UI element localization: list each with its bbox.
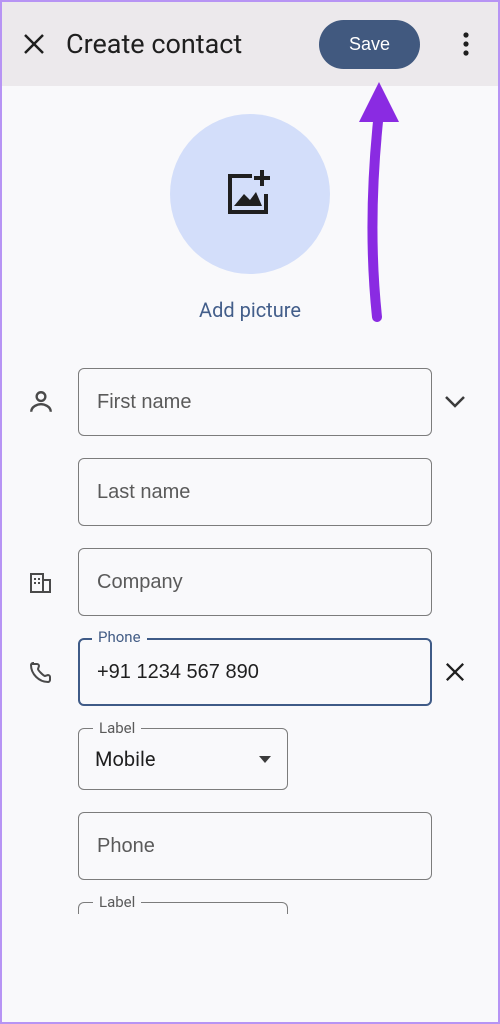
first-name-field[interactable] xyxy=(78,368,432,436)
more-icon[interactable] xyxy=(452,30,480,58)
add-picture-label[interactable]: Add picture xyxy=(199,298,301,322)
phone-label: Phone xyxy=(92,628,147,646)
phone2-field[interactable] xyxy=(78,812,432,880)
phone-field[interactable] xyxy=(78,638,432,706)
phone2-type-label: Label xyxy=(93,893,141,911)
last-name-field[interactable] xyxy=(78,458,432,526)
company-icon xyxy=(22,570,78,594)
phone-row: Phone xyxy=(22,638,478,706)
company-row xyxy=(22,548,478,616)
topbar: Create contact Save xyxy=(2,2,498,86)
phone2-type-select-partial[interactable]: Label xyxy=(78,902,288,914)
close-icon[interactable] xyxy=(20,30,48,58)
content: Add picture Pho xyxy=(2,86,498,914)
phone-type-value: Mobile xyxy=(95,747,259,771)
chevron-down-icon xyxy=(444,395,466,409)
avatar-area: Add picture xyxy=(22,114,478,322)
dropdown-icon xyxy=(259,756,271,763)
clear-phone-icon[interactable] xyxy=(432,662,478,682)
add-photo-icon xyxy=(224,170,276,218)
expand-name-icon[interactable] xyxy=(432,395,478,409)
page-title: Create contact xyxy=(66,28,301,60)
close-icon xyxy=(445,662,465,682)
last-name-row xyxy=(22,458,478,526)
phone-type-label: Label xyxy=(93,719,141,737)
phone-type-row: Label Mobile xyxy=(22,728,478,790)
save-button[interactable]: Save xyxy=(319,20,420,69)
add-picture-button[interactable] xyxy=(170,114,330,274)
phone2-row xyxy=(22,812,478,880)
phone-icon xyxy=(22,660,78,684)
company-field[interactable] xyxy=(78,548,432,616)
person-icon xyxy=(22,389,78,415)
first-name-row xyxy=(22,368,478,436)
phone-type-select[interactable]: Label Mobile xyxy=(78,728,288,790)
